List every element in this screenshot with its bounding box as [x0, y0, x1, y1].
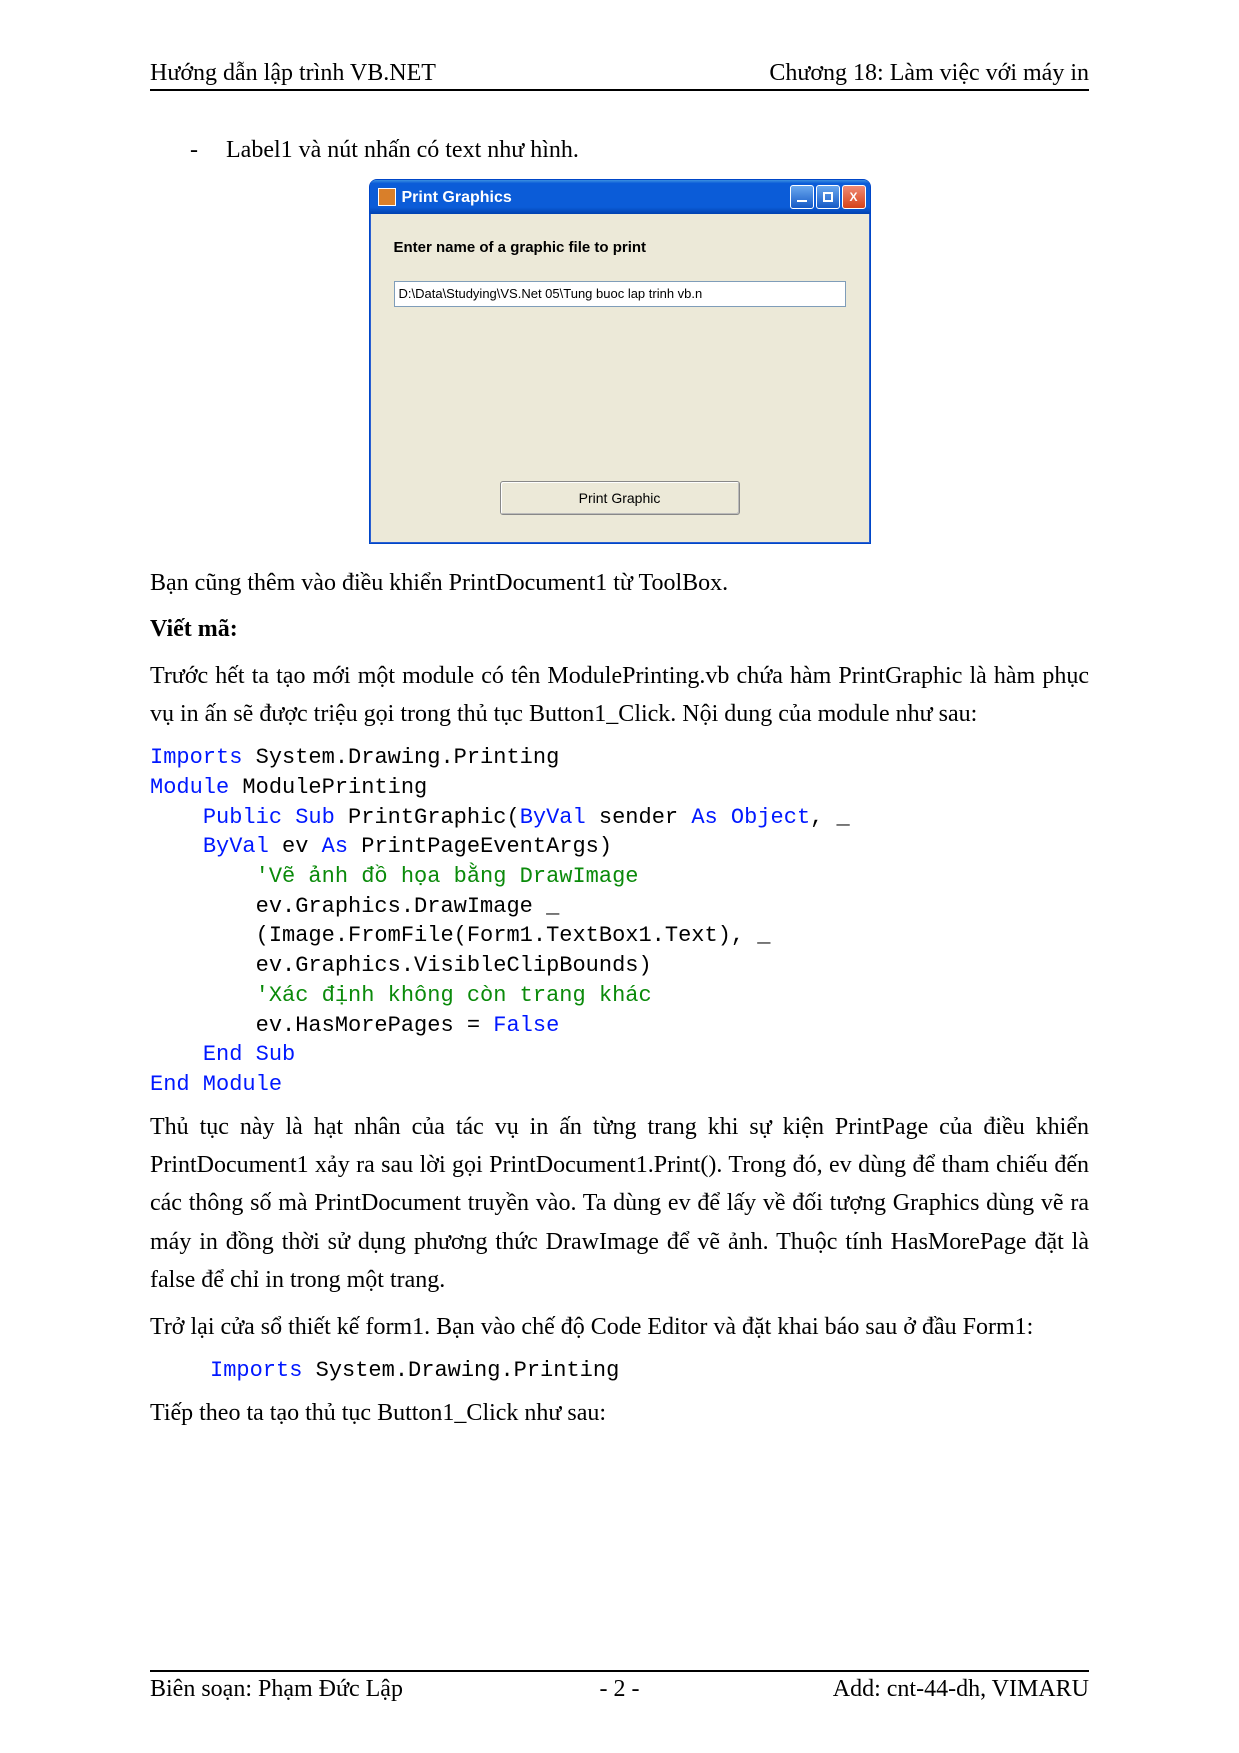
header-right: Chương 18: Làm việc với máy in	[769, 60, 1089, 87]
section-heading: Viết mã:	[150, 610, 1089, 648]
close-button[interactable]: X	[842, 185, 866, 209]
window-title: Print Graphics	[402, 185, 512, 211]
page-header: Hướng dẫn lập trình VB.NET Chương 18: Là…	[150, 60, 1089, 91]
app-icon	[378, 188, 396, 206]
paragraph: Thủ tục này là hạt nhân của tác vụ in ấn…	[150, 1108, 1089, 1300]
footer-page-number: - 2 -	[150, 1676, 1089, 1703]
code-block: Imports System.Drawing.Printing Module M…	[150, 743, 1089, 1099]
code-inline: Imports System.Drawing.Printing	[150, 1356, 1089, 1386]
paragraph: Trước hết ta tạo mới một module có tên M…	[150, 657, 1089, 734]
minimize-button[interactable]	[790, 185, 814, 209]
bullet-text: Label1 và nút nhấn có text như hình.	[226, 137, 579, 163]
window-titlebar[interactable]: Print Graphics X	[370, 180, 870, 214]
bullet-dash: -	[190, 131, 220, 169]
print-graphic-button[interactable]: Print Graphic	[500, 481, 740, 515]
paragraph: Bạn cũng thêm vào điều khiển PrintDocume…	[150, 564, 1089, 602]
header-left: Hướng dẫn lập trình VB.NET	[150, 60, 436, 87]
bullet-item: - Label1 và nút nhấn có text như hình.	[150, 131, 1089, 169]
file-prompt-label: Enter name of a graphic file to print	[394, 236, 846, 260]
maximize-button[interactable]	[816, 185, 840, 209]
paragraph: Trở lại cửa sổ thiết kế form1. Bạn vào c…	[150, 1308, 1089, 1346]
page-footer: Biên soạn: Phạm Đức Lập - 2 - Add: cnt-4…	[150, 1670, 1089, 1703]
print-graphics-window: Print Graphics X Enter name of a graphic…	[369, 179, 871, 543]
file-path-input[interactable]	[394, 281, 846, 307]
paragraph: Tiếp theo ta tạo thủ tục Button1_Click n…	[150, 1394, 1089, 1432]
